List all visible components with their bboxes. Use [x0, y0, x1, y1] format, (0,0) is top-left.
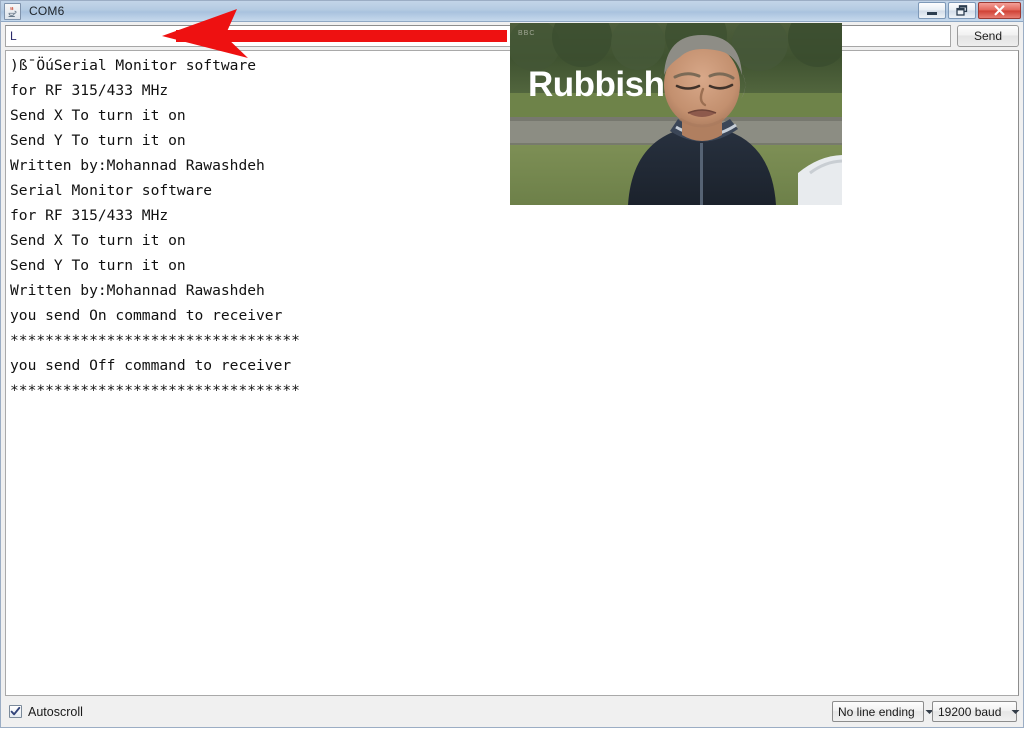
baud-rate-dropdown[interactable]: 19200 baud	[932, 701, 1020, 722]
minimize-icon	[927, 11, 937, 15]
send-button[interactable]: Send	[956, 25, 1019, 47]
chevron-down-icon	[1011, 709, 1020, 715]
serial-output-line: *********************************	[10, 382, 300, 399]
autoscroll-checkbox[interactable]	[9, 705, 22, 718]
serial-output-line: Send Y To turn it on	[10, 257, 186, 274]
title-bar: COM6	[1, 1, 1023, 22]
serial-output-line: Written by:Mohannad Rawashdeh	[10, 282, 265, 299]
autoscroll-label: Autoscroll	[28, 704, 83, 719]
serial-output-line: you send Off command to receiver	[10, 357, 292, 374]
overlay-meme-image: BBC Rubbish	[510, 23, 842, 205]
bbc-watermark: BBC	[518, 30, 536, 37]
serial-output-line: you send On command to receiver	[10, 307, 283, 324]
baud-rate-value: 19200 baud	[938, 704, 1002, 719]
minimize-button[interactable]	[918, 2, 946, 19]
serial-monitor-window: COM6 L Send)ß¯ÖúSerial Monitor software…	[0, 0, 1024, 728]
meme-caption: Rubbish	[528, 65, 665, 104]
status-bar: Autoscroll No line ending 19200 baud	[1, 696, 1023, 727]
window-controls	[918, 2, 1021, 19]
line-ending-value: No line ending	[838, 704, 915, 719]
restore-button[interactable]	[948, 2, 976, 19]
autoscroll-toggle[interactable]: Autoscroll	[9, 705, 83, 719]
restore-icon	[955, 5, 969, 16]
serial-output-line: *********************************	[10, 332, 300, 349]
window-title: COM6	[29, 4, 65, 18]
close-icon	[993, 5, 1006, 16]
close-button[interactable]	[978, 2, 1021, 19]
serial-output-line: Send X To turn it on	[10, 232, 186, 249]
serial-output-line: for RF 315/433 MHz	[10, 207, 169, 224]
java-coffee-cup-icon	[4, 2, 21, 20]
meme-photo	[510, 23, 842, 205]
line-ending-dropdown[interactable]: No line ending	[832, 701, 934, 722]
